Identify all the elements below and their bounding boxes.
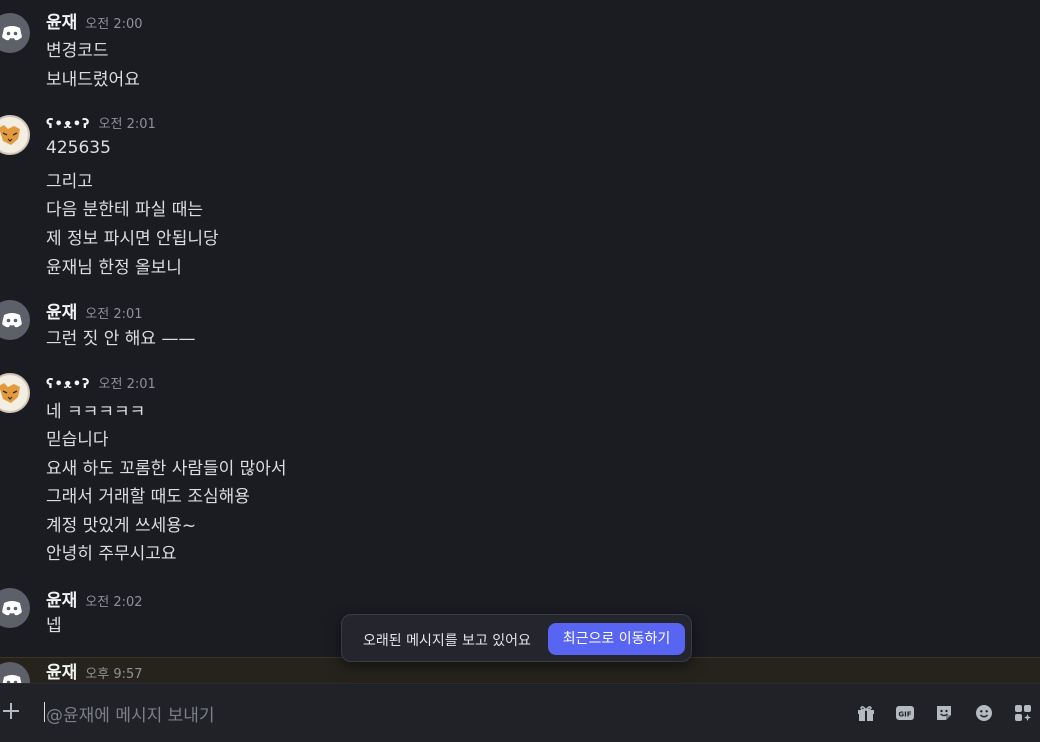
message-list: 윤재 오전 2:00 변경코드 보내드렸어요 ʕ•ᴥ•ʔ 오전 2:01 425… xyxy=(0,0,1040,683)
message-line: 안녕히 주무시고요 xyxy=(46,544,177,564)
author-name[interactable]: 윤재 xyxy=(46,586,77,611)
message-line: 그리고 xyxy=(46,172,93,192)
message-input[interactable]: @윤재에 메시지 보내기 xyxy=(46,701,215,726)
message-line: 네 ㅋㅋㅋㅋㅋ xyxy=(46,402,146,422)
message-line: 넵 xyxy=(46,616,62,636)
message-line: 그런 짓 안 해요 —— xyxy=(46,329,196,349)
jump-bar-text: 오래된 메시지를 보고 있어요 xyxy=(363,633,531,649)
message-line: 다음 분한테 파실 때는 xyxy=(46,200,203,220)
message-line: 요새 하도 꼬롬한 사람들이 많아서 xyxy=(46,459,287,479)
author-name[interactable]: ʕ•ᴥ•ʔ xyxy=(46,376,91,392)
timestamp: 오후 9:57 xyxy=(85,667,143,682)
message-header: 윤재 오전 2:02 xyxy=(46,586,143,611)
message-line: 보내드렸어요 xyxy=(46,70,140,90)
message-header: 윤재 오전 2:00 xyxy=(46,8,143,33)
message-line: 변경코드 xyxy=(46,41,109,61)
author-name[interactable]: 윤재 xyxy=(46,658,77,683)
timestamp: 오전 2:01 xyxy=(98,117,156,132)
avatar[interactable] xyxy=(0,373,30,413)
discord-icon xyxy=(2,675,22,683)
gift-icon[interactable] xyxy=(856,703,876,723)
svg-text:GIF: GIF xyxy=(898,711,911,719)
apps-icon[interactable] xyxy=(1013,703,1033,723)
avatar[interactable] xyxy=(0,588,30,628)
fox-avatar-icon xyxy=(0,383,20,403)
fox-avatar-icon xyxy=(0,125,20,145)
message-line: 제 정보 파시면 안됩니당 xyxy=(46,229,219,249)
jump-to-present-bar: 오래된 메시지를 보고 있어요 최근으로 이동하기 xyxy=(341,614,692,662)
message-header: 윤재 오전 2:01 xyxy=(46,298,143,323)
message-header: 윤재 오후 9:57 xyxy=(46,658,143,683)
message-line: 계정 맛있게 쓰세용~ xyxy=(46,516,197,536)
author-name[interactable]: 윤재 xyxy=(46,8,77,33)
message-header: ʕ•ᴥ•ʔ 오전 2:01 xyxy=(46,113,156,137)
discord-icon xyxy=(2,601,22,616)
timestamp: 오전 2:01 xyxy=(98,377,156,392)
avatar[interactable] xyxy=(0,300,30,340)
message-header: ʕ•ᴥ•ʔ 오전 2:01 xyxy=(46,373,156,397)
discord-icon xyxy=(2,313,22,328)
timestamp: 오전 2:01 xyxy=(85,307,143,322)
sticker-icon[interactable] xyxy=(934,703,954,723)
message-line: 그래서 거래할 때도 조심해용 xyxy=(46,487,250,507)
timestamp: 오전 2:02 xyxy=(85,595,143,610)
avatar[interactable] xyxy=(0,115,30,155)
author-name[interactable]: 윤재 xyxy=(46,298,77,323)
plus-icon[interactable] xyxy=(0,700,22,722)
message-line: 425635 xyxy=(46,138,111,158)
timestamp: 오전 2:00 xyxy=(85,17,143,32)
message-composer: @윤재에 메시지 보내기 GIF xyxy=(0,683,1040,742)
discord-icon xyxy=(2,26,22,41)
author-name[interactable]: ʕ•ᴥ•ʔ xyxy=(46,116,91,132)
gif-icon[interactable]: GIF xyxy=(895,703,915,723)
message-line: 믿습니다 xyxy=(46,430,109,450)
message-line: 윤재님 한정 올보니 xyxy=(46,258,182,278)
text-caret xyxy=(44,702,45,722)
emoji-icon[interactable] xyxy=(974,703,994,723)
avatar[interactable] xyxy=(0,13,30,53)
jump-to-present-button[interactable]: 최근으로 이동하기 xyxy=(548,623,685,655)
